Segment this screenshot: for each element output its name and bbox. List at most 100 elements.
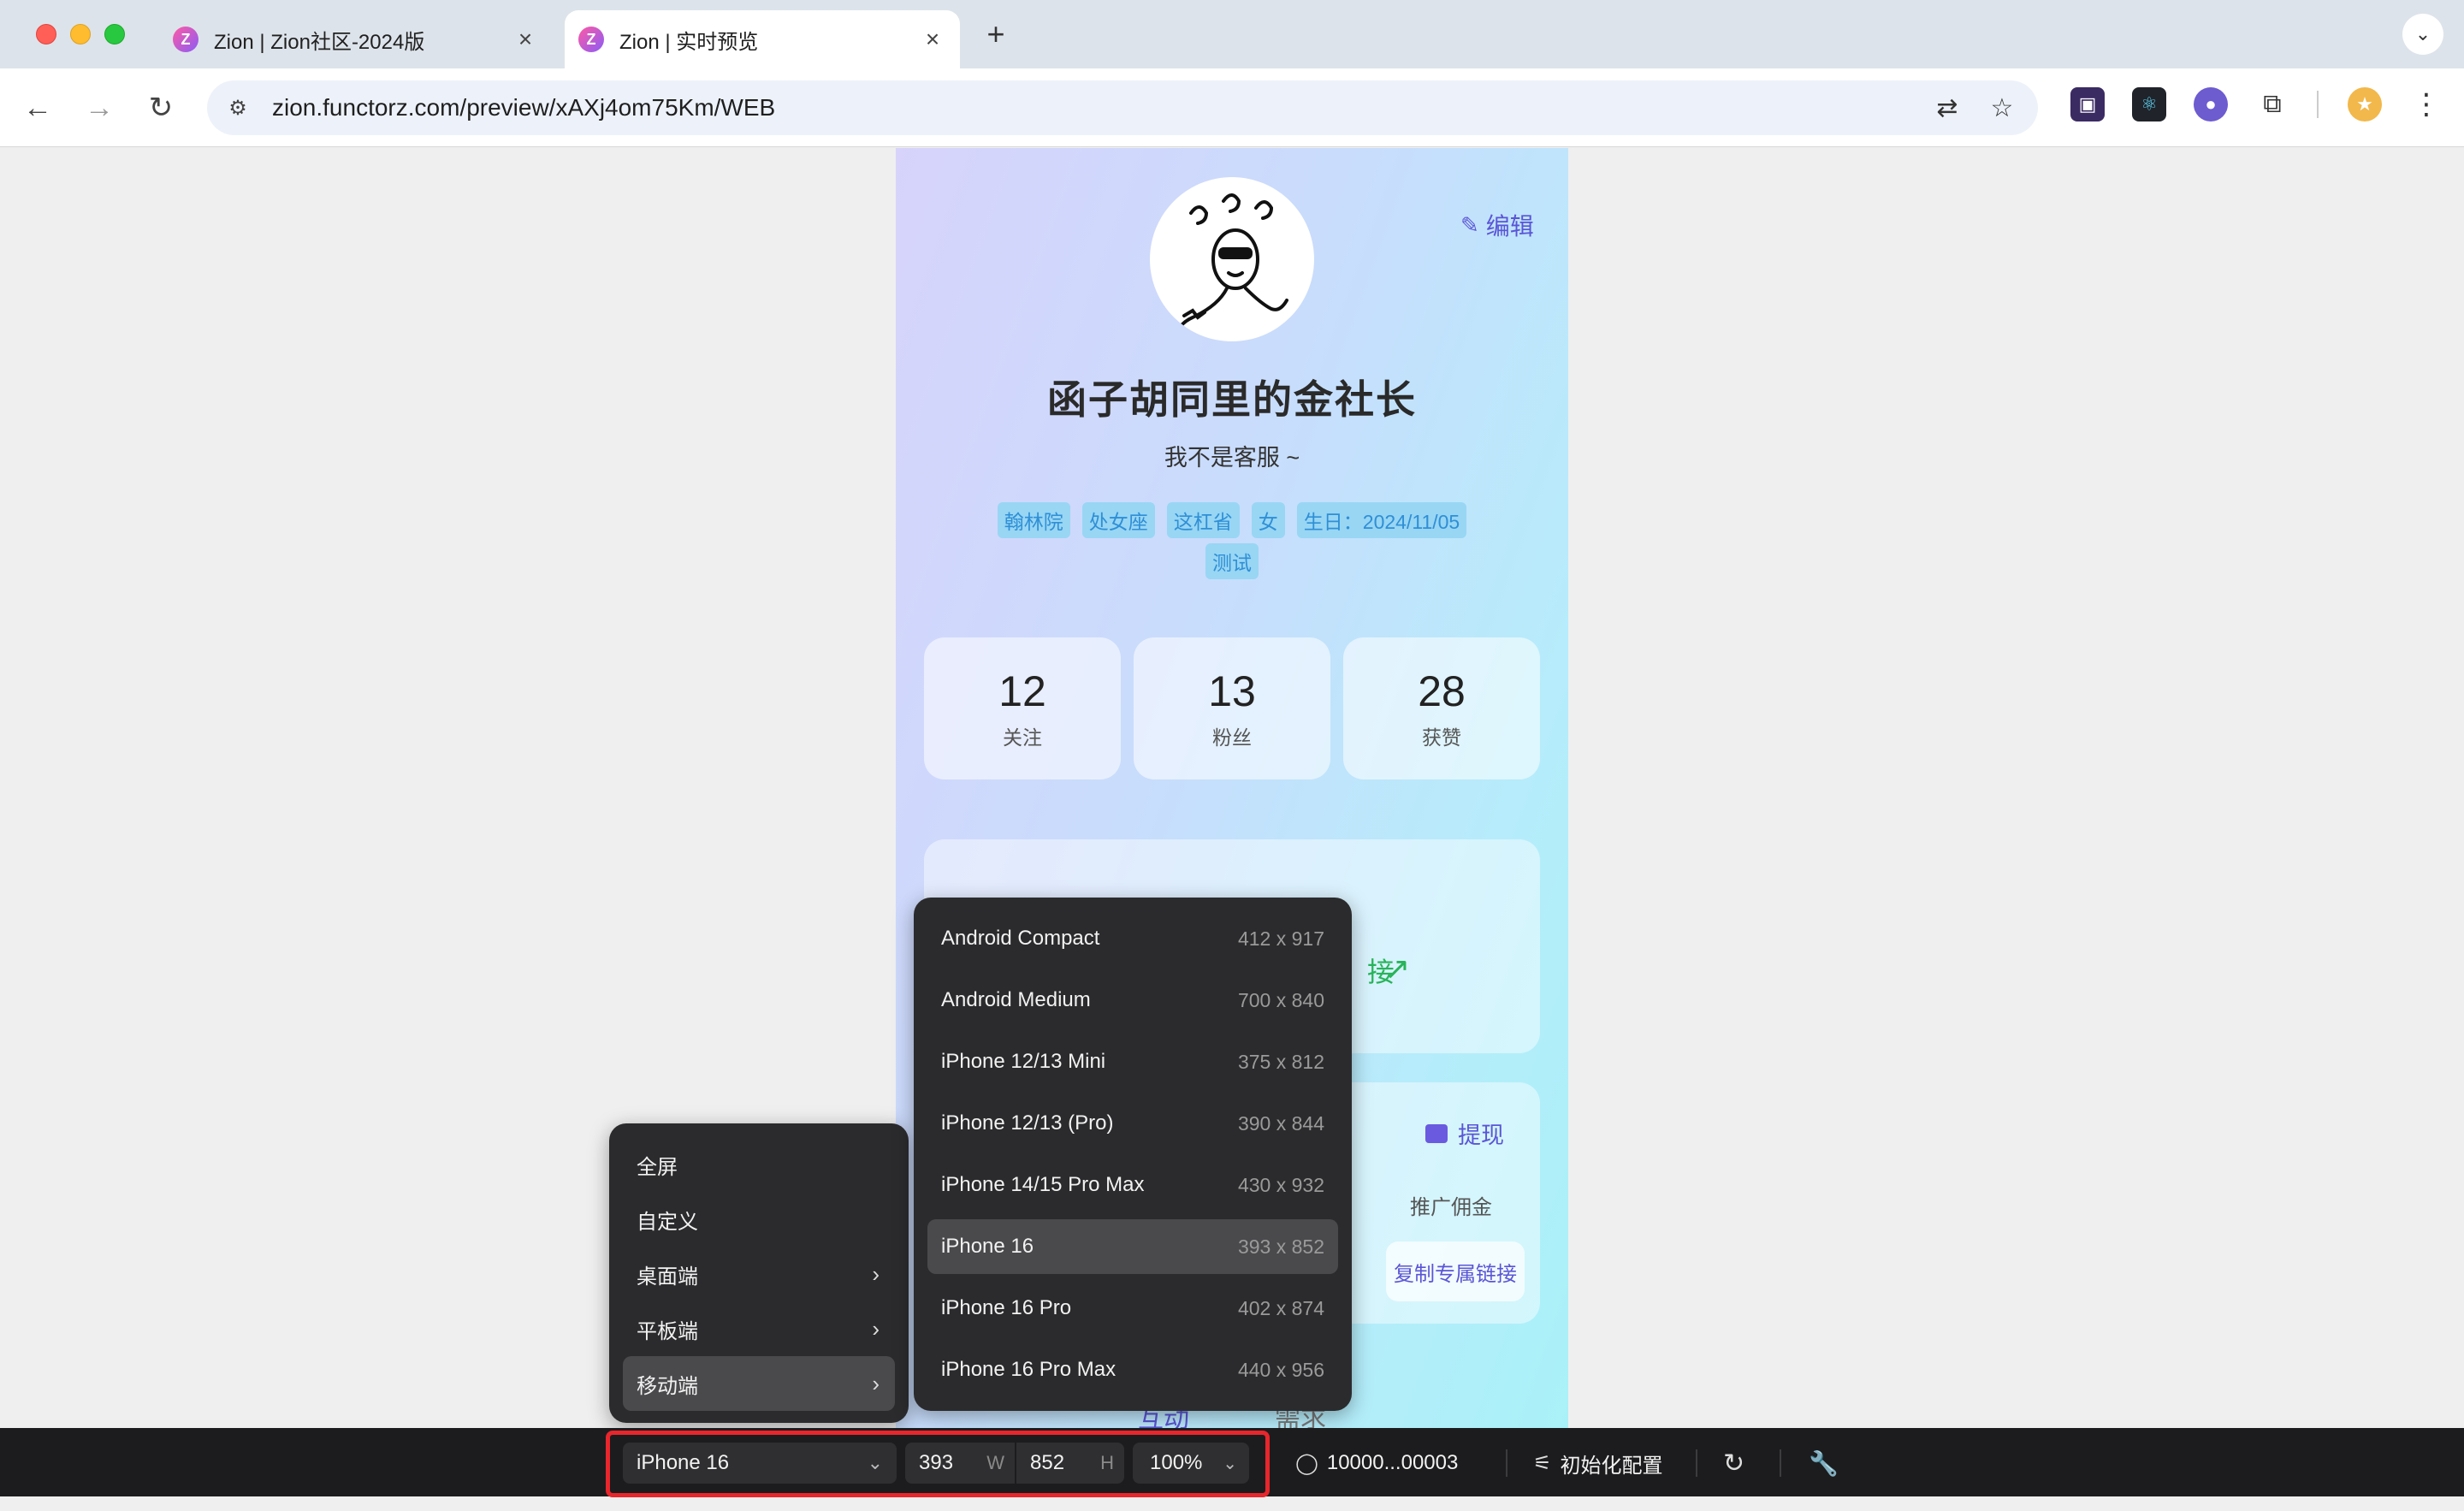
pencil-icon: ✎ <box>1460 211 1479 238</box>
toolbar-divider <box>1506 1449 1507 1477</box>
window-minimize-button[interactable] <box>70 24 91 44</box>
device-option-iphone-16[interactable]: iPhone 16 393 x 852 <box>927 1219 1338 1274</box>
device-option-iphone-12-13-pro[interactable]: iPhone 12/13 (Pro) 390 x 844 <box>927 1096 1338 1151</box>
menu-item-label: 自定义 <box>637 1210 698 1234</box>
edit-profile-button[interactable]: ✎ 编辑 <box>1460 208 1534 242</box>
device-name: iPhone 16 Pro <box>941 1296 1072 1319</box>
device-option-android-compact[interactable]: Android Compact 412 x 917 <box>927 911 1338 966</box>
menu-item-fullscreen[interactable]: 全屏 <box>623 1137 895 1192</box>
device-name: Android Medium <box>941 988 1091 1011</box>
menu-item-label: 全屏 <box>637 1155 678 1179</box>
stat-value: 28 <box>1418 667 1466 715</box>
profile-tags-row: 测试 <box>896 543 1568 579</box>
wrench-icon[interactable]: 🔧 <box>1809 1443 1839 1484</box>
device-option-iphone-12-13-mini[interactable]: iPhone 12/13 Mini 375 x 812 <box>927 1034 1338 1089</box>
device-size: 390 x 844 <box>1237 1111 1324 1135</box>
zion-favicon-icon: Z <box>173 27 198 52</box>
device-option-iphone-14-15-pro-max[interactable]: iPhone 14/15 Pro Max 430 x 932 <box>927 1158 1338 1212</box>
copy-link-button[interactable]: 复制专属链接 <box>1386 1241 1525 1301</box>
tab-title: Zion | Zion社区-2024版 <box>214 30 425 54</box>
withdraw-button[interactable]: 提现 <box>1425 1117 1504 1150</box>
menu-item-custom[interactable]: 自定义 <box>623 1192 895 1247</box>
forward-arrow-icon[interactable]: → <box>79 87 120 128</box>
toolbar-divider <box>1780 1449 1781 1477</box>
extension-face-icon[interactable]: ● <box>2194 87 2228 121</box>
menu-item-label: 桌面端 <box>637 1265 698 1289</box>
tab-close-icon[interactable]: × <box>510 24 541 55</box>
site-settings-icon[interactable]: ⚙ <box>221 91 255 125</box>
profile-tag: 生日：2024/11/05 <box>1296 502 1467 538</box>
device-size: 440 x 956 <box>1237 1358 1324 1381</box>
refresh-icon[interactable]: ↻ <box>1723 1443 1744 1484</box>
profile-bio: 我不是客服 ~ <box>1164 445 1300 471</box>
window-maximize-button[interactable] <box>104 24 125 44</box>
profile-avatar-icon[interactable]: ★ <box>2348 87 2382 121</box>
back-arrow-icon[interactable]: ← <box>17 87 58 128</box>
device-size: 412 x 917 <box>1237 927 1324 950</box>
user-selector[interactable]: ◯ 10000...00003 <box>1295 1443 1458 1484</box>
profile-tag: 这杠省 <box>1166 502 1240 538</box>
stat-likes[interactable]: 28 获赞 <box>1343 637 1540 779</box>
reload-icon[interactable]: ↻ <box>140 87 181 128</box>
profile-tag: 女 <box>1251 502 1285 538</box>
init-config-button[interactable]: ⚟ 初始化配置 <box>1533 1443 1663 1484</box>
device-name: iPhone 12/13 (Pro) <box>941 1111 1114 1135</box>
external-arrow-icon: ↗ <box>1384 951 1411 986</box>
browser-menu-icon[interactable]: ⋮ <box>2409 87 2443 121</box>
address-bar[interactable]: ⚙ zion.functorz.com/preview/xAXj4om75Km/… <box>207 80 2038 135</box>
stat-value: 12 <box>998 667 1046 715</box>
avatar[interactable] <box>1150 177 1314 341</box>
device-name: iPhone 16 Pro Max <box>941 1358 1116 1381</box>
device-size: 393 x 852 <box>1237 1235 1324 1258</box>
browser-tab-preview[interactable]: Z Zion | 实时预览 × <box>565 10 960 68</box>
stat-label: 获赞 <box>1422 726 1461 749</box>
device-size: 430 x 932 <box>1237 1173 1324 1196</box>
extensions-puzzle-icon[interactable]: ⧉ <box>2255 87 2289 121</box>
tab-search-chevron-icon[interactable]: ⌄ <box>2402 14 2443 55</box>
user-icon: ◯ <box>1295 1451 1318 1475</box>
toolbar-divider <box>2317 91 2319 118</box>
bookmark-star-icon[interactable]: ☆ <box>1983 89 2021 127</box>
device-type-menu: 全屏 自定义 桌面端 › 平板端 › 移动端 › <box>609 1123 909 1423</box>
chevron-right-icon: › <box>872 1260 880 1287</box>
new-tab-plus-icon[interactable]: + <box>979 16 1013 51</box>
edit-label: 编辑 <box>1485 213 1534 240</box>
react-devtools-icon[interactable]: ⚛ <box>2132 87 2166 121</box>
browser-tabstrip: Z Zion | Zion社区-2024版 × Z Zion | 实时预览 × … <box>0 0 2464 68</box>
chevron-right-icon: › <box>872 1315 880 1342</box>
device-name: iPhone 14/15 Pro Max <box>941 1173 1145 1196</box>
wallet-icon <box>1425 1123 1448 1143</box>
profile-tag: 测试 <box>1205 543 1259 579</box>
profile-name: 函子胡同里的金社长 <box>1047 377 1417 422</box>
menu-item-tablet[interactable]: 平板端 › <box>623 1301 895 1356</box>
extension-1-icon[interactable]: ▣ <box>2070 87 2105 121</box>
device-size: 402 x 874 <box>1237 1296 1324 1319</box>
menu-item-mobile[interactable]: 移动端 › <box>623 1356 895 1411</box>
tab-close-icon[interactable]: × <box>917 24 948 55</box>
menu-item-label: 平板端 <box>637 1319 698 1343</box>
device-name: iPhone 12/13 Mini <box>941 1050 1106 1073</box>
withdraw-label: 提现 <box>1458 1123 1504 1148</box>
tab-title: Zion | 实时预览 <box>619 30 759 54</box>
menu-item-desktop[interactable]: 桌面端 › <box>623 1247 895 1301</box>
chevron-right-icon: › <box>872 1370 880 1396</box>
translate-icon[interactable]: ⇄ <box>1928 89 1966 127</box>
device-option-android-medium[interactable]: Android Medium 700 x 840 <box>927 973 1338 1028</box>
profile-tags-row: 翰林院 处女座 这杠省 女 生日：2024/11/05 <box>896 502 1568 538</box>
device-option-iphone-16-pro-max[interactable]: iPhone 16 Pro Max 440 x 956 <box>927 1342 1338 1397</box>
highlight-annotation-box <box>606 1431 1270 1497</box>
device-option-iphone-16-pro[interactable]: iPhone 16 Pro 402 x 874 <box>927 1281 1338 1336</box>
browser-tab-community[interactable]: Z Zion | Zion社区-2024版 × <box>159 10 553 68</box>
stat-following[interactable]: 12 关注 <box>924 637 1121 779</box>
profile-tag: 翰林院 <box>997 502 1070 538</box>
profile-tag: 处女座 <box>1081 502 1155 538</box>
avatar-sketch-icon <box>1174 193 1288 336</box>
stat-value: 13 <box>1208 667 1256 715</box>
url-text[interactable]: zion.functorz.com/preview/xAXj4om75Km/WE… <box>272 94 1928 121</box>
zion-favicon-icon: Z <box>578 27 604 52</box>
sliders-icon: ⚟ <box>1533 1451 1552 1475</box>
toolbar-divider <box>1696 1449 1697 1477</box>
stat-followers[interactable]: 13 粉丝 <box>1134 637 1330 779</box>
device-size: 700 x 840 <box>1237 988 1324 1011</box>
window-close-button[interactable] <box>36 24 56 44</box>
